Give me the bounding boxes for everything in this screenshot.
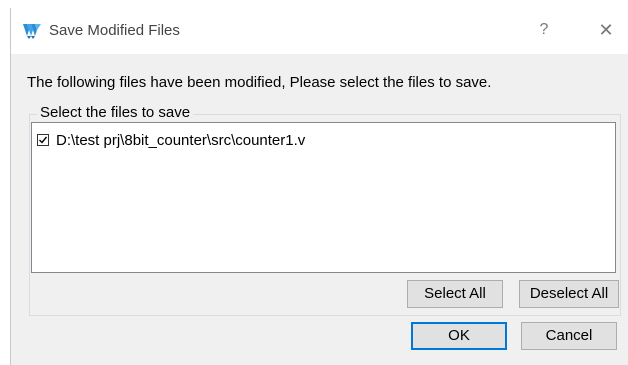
list-item[interactable]: D:\test prj\8bit_counter\src\counter1.v: [37, 130, 305, 150]
save-modified-files-dialog: Save Modified Files ? ✕ The following fi…: [10, 8, 628, 365]
app-logo-icon: [22, 22, 42, 40]
ok-button[interactable]: OK: [411, 322, 507, 350]
close-button[interactable]: ✕: [591, 18, 621, 42]
deselect-all-button[interactable]: Deselect All: [519, 280, 619, 308]
file-list[interactable]: D:\test prj\8bit_counter\src\counter1.v: [31, 122, 616, 273]
checkmark-icon: [39, 136, 48, 144]
file-path: D:\test prj\8bit_counter\src\counter1.v: [56, 131, 306, 149]
help-button[interactable]: ?: [529, 18, 559, 42]
window-title: Save Modified Files: [49, 22, 180, 39]
title-bar: Save Modified Files ? ✕: [11, 8, 628, 54]
cancel-button[interactable]: Cancel: [521, 322, 617, 350]
file-checkbox[interactable]: [37, 134, 49, 146]
select-all-button[interactable]: Select All: [407, 280, 503, 308]
groupbox-legend: Select the files to save: [37, 104, 194, 121]
instruction-text: The following files have been modified, …: [27, 74, 492, 91]
